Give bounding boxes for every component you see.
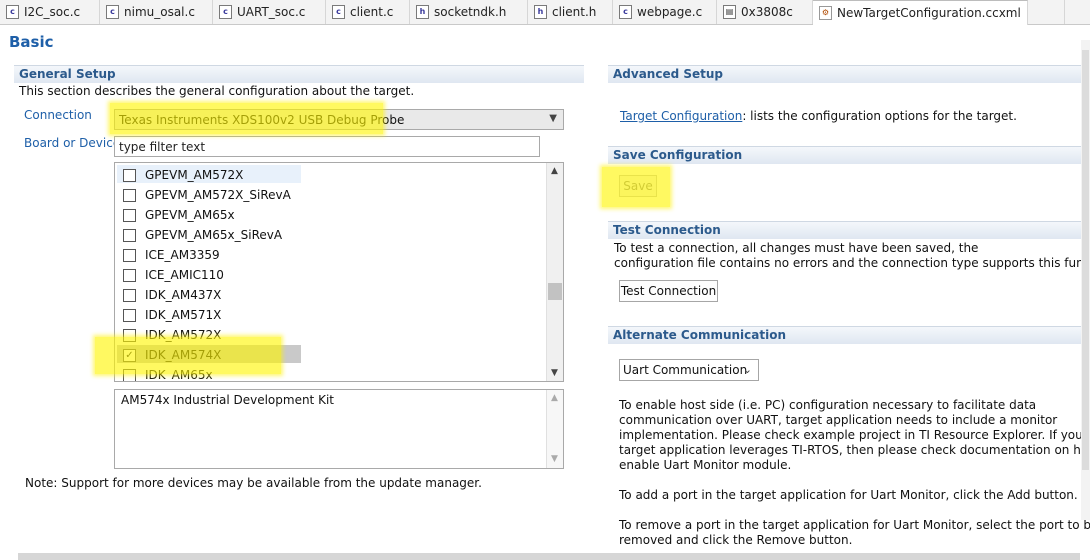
device-item-gpevm-am65x-sireva[interactable]: GPEVM_AM65x_SiRevA bbox=[115, 225, 547, 245]
chevron-down-icon[interactable]: ▼ bbox=[549, 113, 557, 124]
connection-select[interactable]: Texas Instruments XDS100v2 USB Debug Pro… bbox=[114, 109, 564, 130]
advanced-setup-header: Advanced Setup bbox=[608, 65, 1082, 83]
editor-vertical-scrollbar[interactable] bbox=[1081, 40, 1090, 520]
tab-client-h[interactable]: h client.h bbox=[528, 0, 613, 24]
device-item-idk-am571x[interactable]: IDK_AM571X bbox=[115, 305, 547, 325]
device-list-scrollbar[interactable]: ▲ ▼ bbox=[546, 163, 563, 381]
connection-select-value: Texas Instruments XDS100v2 USB Debug Pro… bbox=[119, 112, 405, 127]
uart-help-line-1: To enable host side (i.e. PC) configurat… bbox=[619, 398, 1037, 412]
device-item-ice-am3359[interactable]: ICE_AM3359 bbox=[115, 245, 547, 265]
device-description-text: AM574x Industrial Development Kit bbox=[121, 393, 334, 407]
connection-label: Connection bbox=[24, 108, 92, 122]
tab-socketndk-h[interactable]: h socketndk.h bbox=[410, 0, 528, 24]
device-item-ice-amic110[interactable]: ICE_AMIC110 bbox=[115, 265, 547, 285]
h-file-icon: h bbox=[534, 5, 547, 19]
uart-help-line-4: target application leverages TI-RTOS, th… bbox=[619, 443, 1090, 457]
device-description-box: AM574x Industrial Development Kit ▲ ▼ bbox=[114, 389, 564, 469]
uart-help-line-5: enable Uart Monitor module. bbox=[619, 458, 792, 472]
uart-remove-port-help-2: removed and click the Remove button. bbox=[619, 533, 853, 547]
tab-new-target-configuration[interactable]: ⚙ NewTargetConfiguration.ccxml ✕ bbox=[813, 0, 1028, 25]
scrollbar-thumb[interactable] bbox=[1082, 50, 1089, 470]
close-icon[interactable]: ✕ bbox=[1027, 7, 1028, 20]
tab-webpage-c[interactable]: c webpage.c bbox=[613, 0, 717, 24]
h-file-icon: h bbox=[416, 5, 429, 19]
editor-tab-bar: c I2C_soc.c c nimu_osal.c c UART_soc.c c… bbox=[0, 0, 1090, 25]
test-connection-button[interactable]: Test Connection bbox=[619, 280, 718, 302]
tab-memory-0x3808c[interactable]: ▤ 0x3808c bbox=[717, 0, 813, 24]
tab-nimu-osal[interactable]: c nimu_osal.c bbox=[100, 0, 213, 24]
c-file-icon: c bbox=[106, 5, 119, 19]
update-manager-note: Note: Support for more devices may be av… bbox=[25, 476, 482, 490]
alternate-communication-header: Alternate Communication bbox=[608, 326, 1082, 344]
uart-remove-port-help-1: To remove a port in the target applicati… bbox=[619, 518, 1090, 532]
test-connection-header: Test Connection bbox=[608, 221, 1082, 239]
uart-help-line-3: implementation. Please check example pro… bbox=[619, 428, 1088, 442]
chevron-down-icon[interactable]: ⌄ bbox=[743, 363, 752, 376]
checkbox[interactable] bbox=[123, 268, 136, 282]
save-button[interactable]: Save bbox=[619, 175, 657, 197]
checkbox-checked[interactable]: ✓ bbox=[123, 348, 136, 362]
scroll-down-icon[interactable]: ▼ bbox=[551, 454, 558, 464]
communication-type-value: Uart Communication bbox=[623, 363, 748, 377]
checkbox[interactable] bbox=[123, 328, 136, 342]
c-file-icon: c bbox=[6, 5, 19, 19]
checkbox[interactable] bbox=[123, 208, 136, 222]
page-title: Basic bbox=[9, 33, 54, 51]
checkbox[interactable] bbox=[123, 188, 136, 202]
checkbox[interactable] bbox=[123, 248, 136, 262]
c-file-icon: c bbox=[619, 5, 632, 19]
scroll-up-icon[interactable]: ▲ bbox=[551, 393, 558, 403]
device-item-gpevm-am572x[interactable]: GPEVM_AM572X bbox=[115, 165, 547, 185]
general-setup-header: General Setup bbox=[14, 65, 584, 83]
c-file-icon: c bbox=[332, 5, 345, 19]
target-configuration-link[interactable]: Target Configuration bbox=[620, 109, 742, 123]
device-item-idk-am572x[interactable]: IDK_AM572X bbox=[115, 325, 547, 345]
device-item-gpevm-am572x-sireva[interactable]: GPEVM_AM572X_SiRevA bbox=[115, 185, 547, 205]
test-connection-description-1: To test a connection, all changes must h… bbox=[614, 241, 979, 255]
checkbox[interactable] bbox=[123, 368, 136, 381]
tab-client-c[interactable]: c client.c bbox=[326, 0, 410, 24]
checkbox[interactable] bbox=[123, 228, 136, 242]
device-list[interactable]: GPEVM_AM572X GPEVM_AM572X_SiRevA GPEVM_A… bbox=[114, 162, 564, 382]
device-item-idk-am437x[interactable]: IDK_AM437X bbox=[115, 285, 547, 305]
checkbox[interactable] bbox=[123, 308, 136, 322]
editor-horizontal-scrollbar[interactable] bbox=[18, 553, 1080, 560]
device-filter-input[interactable] bbox=[114, 136, 540, 157]
scrollbar-thumb[interactable] bbox=[548, 283, 562, 300]
save-configuration-header: Save Configuration bbox=[608, 146, 1082, 164]
scroll-up-icon[interactable]: ▲ bbox=[551, 166, 558, 176]
checkbox[interactable] bbox=[123, 288, 136, 302]
communication-type-select[interactable]: Uart Communication ⌄ bbox=[619, 359, 759, 381]
checkbox[interactable] bbox=[123, 168, 136, 182]
board-or-device-label: Board or Device bbox=[24, 136, 121, 150]
device-item-idk-am574x[interactable]: ✓ IDK_AM574X bbox=[115, 345, 547, 365]
tab-overflow-area bbox=[1064, 0, 1090, 24]
scroll-down-icon[interactable]: ▼ bbox=[551, 368, 558, 378]
device-item-idk-am65x[interactable]: IDK_AM65x bbox=[115, 365, 547, 381]
device-item-gpevm-am65x[interactable]: GPEVM_AM65x bbox=[115, 205, 547, 225]
c-file-icon: c bbox=[219, 5, 232, 19]
xml-file-icon: ⚙ bbox=[819, 6, 832, 20]
description-scrollbar[interactable]: ▲ ▼ bbox=[546, 390, 563, 468]
tab-i2c-soc[interactable]: c I2C_soc.c bbox=[0, 0, 100, 24]
uart-help-line-2: communication over UART, target applicat… bbox=[619, 413, 1058, 427]
target-configuration-line: Target Configuration: lists the configur… bbox=[620, 109, 1017, 123]
general-setup-description: This section describes the general confi… bbox=[19, 84, 415, 98]
tab-uart-soc[interactable]: c UART_soc.c bbox=[213, 0, 326, 24]
memory-file-icon: ▤ bbox=[723, 5, 736, 19]
uart-add-port-help: To add a port in the target application … bbox=[619, 488, 1078, 502]
test-connection-description-2: configuration file contains no errors an… bbox=[614, 256, 1090, 270]
